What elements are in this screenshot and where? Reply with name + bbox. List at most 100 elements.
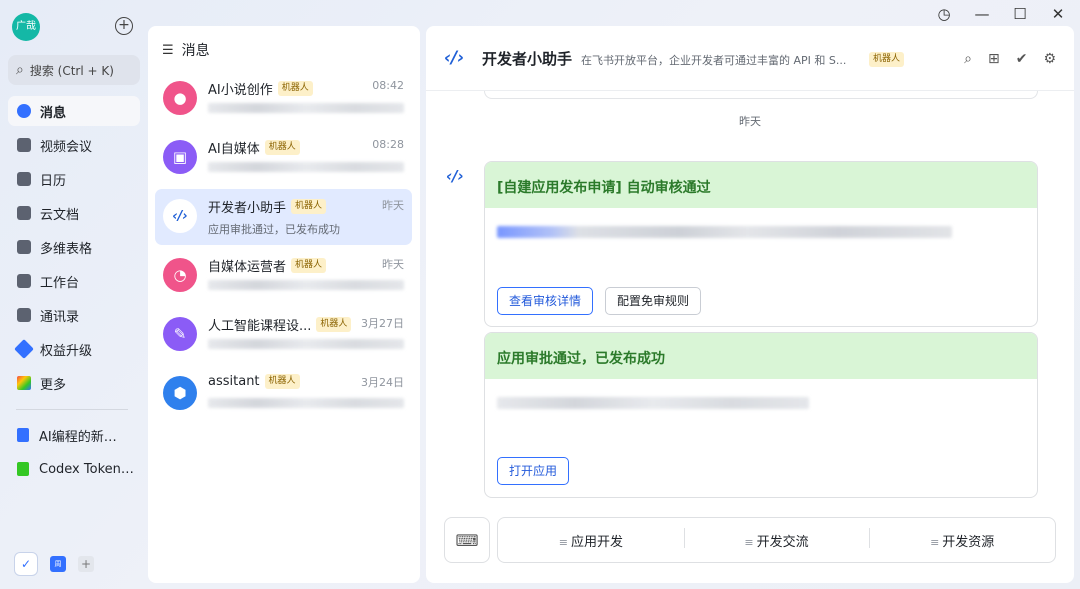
bot-tag: 机器人 <box>869 52 905 67</box>
add-tab-icon[interactable]: ⊞ <box>988 51 1000 67</box>
sidebar-item-workplace[interactable]: 工作台 <box>8 266 140 296</box>
add-shortcut-button[interactable]: + <box>78 556 94 572</box>
chat-name: assitant <box>208 374 260 389</box>
sidebar-item-docs[interactable]: 云文档 <box>8 198 140 228</box>
open-app-button[interactable]: 打开应用 <box>497 457 570 485</box>
sidebar-item-base[interactable]: 多维表格 <box>8 232 140 262</box>
chat-item[interactable]: ● AI小说创作 机器人 08:42 <box>155 71 412 127</box>
search-icon: ⌕ <box>16 62 24 78</box>
conversation-title[interactable]: 开发者小助手 <box>482 48 572 69</box>
chat-time: 3月24日 <box>361 376 404 389</box>
quick-action-label: 开发交流 <box>756 534 809 550</box>
message-icon <box>17 104 31 118</box>
chat-time: 3月27日 <box>361 317 404 330</box>
sidebar-item-calendar[interactable]: 日历 <box>8 164 140 194</box>
sidebar-item-label: 日历 <box>40 173 67 189</box>
chat-preview-blurred <box>208 339 404 352</box>
chat-name-row: 人工智能课程设... 机器人 <box>208 315 352 334</box>
pinned-doc-label: Codex Token… <box>39 461 134 477</box>
sidebar-item-contacts[interactable]: 通讯录 <box>8 300 140 330</box>
conversation-description: 在飞书开放平台，企业开发者可通过丰富的 API 和 S... <box>581 54 847 67</box>
header-toolbar: ⌕ ⊞ ✔ ⚙ <box>964 51 1056 67</box>
quick-action-label: 开发资源 <box>942 534 995 550</box>
sidebar-divider <box>16 409 128 410</box>
chat-item[interactable]: ▣ AI自媒体 机器人 08:28 <box>155 130 412 186</box>
chat-item-active[interactable]: ‹/› 开发者小助手 机器人 昨天 应用审批通过，已发布成功 <box>155 189 412 245</box>
sidebar-item-more[interactable]: 更多 <box>8 368 140 398</box>
robot-avatar-icon: ▣ <box>163 140 197 174</box>
composer: ⌨ ≡ 应用开发 ≡ 开发交流 ≡ 开发资源 <box>444 517 1056 563</box>
pie-avatar-icon: ◔ <box>163 258 197 292</box>
chat-preview-blurred <box>208 398 404 411</box>
bot-tag: 机器人 <box>316 317 352 332</box>
window-controls: ◷ — ☐ ✕ <box>936 4 1066 24</box>
pinned-doc-item[interactable]: Codex Token… <box>8 454 140 484</box>
menu-icon: ≡ <box>930 535 940 549</box>
sidebar-item-upgrade[interactable]: 权益升级 <box>8 334 140 364</box>
chat-name: 人工智能课程设... <box>208 319 312 334</box>
menu-icon: ≡ <box>558 535 568 549</box>
quick-action-app-dev[interactable]: ≡ 应用开发 <box>498 531 684 550</box>
contacts-icon <box>17 308 31 322</box>
message-card-published: 应用审批通过，已发布成功 打开应用 <box>484 332 1038 498</box>
chat-item[interactable]: ◔ 自媒体运营者 机器人 昨天 <box>155 248 412 304</box>
search-chat-icon[interactable]: ⌕ <box>964 51 972 67</box>
conversation-header: ‹/› 开发者小助手 在飞书开放平台，企业开发者可通过丰富的 API 和 S..… <box>426 26 1074 91</box>
lark-logo-icon[interactable]: ✓ <box>14 552 38 576</box>
chat-time: 08:42 <box>372 79 404 92</box>
chat-name: AI小说创作 <box>208 83 273 98</box>
more-icon <box>17 376 31 390</box>
keyboard-icon[interactable]: ⌨ <box>444 517 490 563</box>
conversation-panel: ‹/› 开发者小助手 在飞书开放平台，企业开发者可通过丰富的 API 和 S..… <box>426 26 1074 583</box>
configure-exemption-rules-button[interactable]: 配置免审规则 <box>605 287 702 315</box>
quick-action-dev-exchange[interactable]: ≡ 开发交流 <box>683 527 870 550</box>
list-filter-icon[interactable]: ☰ <box>162 43 174 58</box>
message-card-review: [自建应用发布申请] 自动审核通过 查看审核详情 配置免审规则 <box>484 161 1038 327</box>
previous-card-edge <box>484 91 1038 99</box>
sidebar-item-label: 消息 <box>40 105 67 121</box>
sidebar-item-label: 工作台 <box>40 275 80 291</box>
chat-name: 自媒体运营者 <box>208 260 287 275</box>
view-review-details-button[interactable]: 查看审核详情 <box>497 287 594 315</box>
history-icon[interactable]: ◷ <box>936 5 952 23</box>
minimize-button[interactable]: — <box>974 5 990 23</box>
search-placeholder: 搜索 (Ctrl + K) <box>29 63 114 78</box>
sidebar: 广哉 + ⌕ 搜索 (Ctrl + K) 消息 视频会议 日历 云文档 多维表格… <box>0 0 148 589</box>
chat-name-row: 自媒体运营者 机器人 <box>208 256 327 275</box>
pinned-doc-label: AI编程的新… <box>39 429 117 445</box>
maximize-button[interactable]: ☐ <box>1012 5 1028 23</box>
card-title: [自建应用发布申请] 自动审核通过 <box>485 162 1037 208</box>
chat-preview-blurred <box>208 103 404 116</box>
create-button[interactable]: + <box>115 17 133 35</box>
sidebar-item-messages[interactable]: 消息 <box>8 96 140 126</box>
sidebar-item-label: 通讯录 <box>40 309 80 325</box>
bot-tag: 机器人 <box>277 81 313 96</box>
card-actions: 查看审核详情 配置免审规则 <box>497 287 702 315</box>
chat-preview-blurred <box>208 162 404 175</box>
close-button[interactable]: ✕ <box>1050 5 1066 23</box>
settings-icon[interactable]: ⚙ <box>1043 51 1056 67</box>
chat-time: 昨天 <box>382 258 404 271</box>
quick-action-label: 应用开发 <box>570 534 623 550</box>
chat-time: 昨天 <box>382 199 404 212</box>
chat-item[interactable]: ✎ 人工智能课程设... 机器人 3月27日 <box>155 307 412 363</box>
mark-done-icon[interactable]: ✔ <box>1016 51 1028 67</box>
chat-name-row: assitant 机器人 <box>208 374 300 389</box>
bot-tag: 机器人 <box>291 199 327 214</box>
day-separator: 昨天 <box>739 115 761 128</box>
bot-avatar-icon: ‹/› <box>446 167 464 185</box>
search-input[interactable]: ⌕ 搜索 (Ctrl + K) <box>8 55 140 85</box>
avatar[interactable]: 广哉 <box>12 13 40 41</box>
sidebar-nav: 消息 视频会议 日历 云文档 多维表格 工作台 通讯录 权益升级 更多 <box>8 96 140 402</box>
sidebar-item-video[interactable]: 视频会议 <box>8 130 140 160</box>
doc-icon <box>17 428 29 442</box>
chat-name-row: AI小说创作 机器人 <box>208 79 313 98</box>
chat-preview: 应用审批通过，已发布成功 <box>208 223 340 236</box>
bot-tag: 机器人 <box>291 258 327 273</box>
pinned-doc-item[interactable]: AI编程的新… <box>8 420 140 450</box>
weekly-doc-icon[interactable]: 周 <box>50 556 66 572</box>
chat-item[interactable]: ⬢ assitant 机器人 3月24日 <box>155 366 412 422</box>
chat-name-row: 开发者小助手 机器人 <box>208 197 327 216</box>
chat-name: 开发者小助手 <box>208 201 287 216</box>
quick-action-dev-resources[interactable]: ≡ 开发资源 <box>869 527 1055 550</box>
